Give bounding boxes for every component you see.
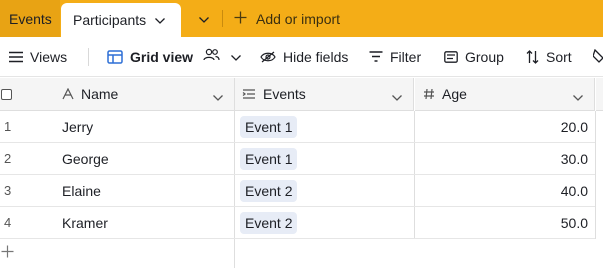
plus-icon xyxy=(234,11,247,27)
cell-age-text: 20.0 xyxy=(560,118,588,135)
linked-record-chip[interactable]: Event 2 xyxy=(240,179,298,202)
grid-view-button[interactable]: Grid view xyxy=(107,37,242,76)
cell-name[interactable]: George xyxy=(48,143,235,174)
hamburger-icon xyxy=(9,51,23,63)
column-header-name[interactable]: Name xyxy=(48,78,235,111)
table-row[interactable]: 1 Jerry Event 1 20.0 xyxy=(0,111,596,143)
views-button[interactable]: Views xyxy=(9,37,67,76)
chevron-down-icon xyxy=(198,11,210,27)
eye-off-icon xyxy=(260,51,276,63)
tab-participants[interactable]: Participants xyxy=(61,3,181,37)
more-tables-button[interactable] xyxy=(189,0,219,37)
records-grid: Name Events Age 1 Jerry Event 1 20.0 2 G… xyxy=(0,78,603,268)
chevron-down-icon[interactable] xyxy=(391,89,403,105)
add-or-import-label: Add or import xyxy=(256,10,341,27)
plus-icon xyxy=(1,245,14,263)
grid-view-label: Grid view xyxy=(130,48,194,65)
hide-fields-button[interactable]: Hide fields xyxy=(260,37,348,76)
paint-icon xyxy=(593,48,603,65)
row-number: 4 xyxy=(4,215,12,230)
table-row[interactable]: 4 Kramer Event 2 50.0 xyxy=(0,207,596,239)
cell-age[interactable]: 30.0 xyxy=(415,143,596,174)
select-all-checkbox[interactable] xyxy=(1,88,12,100)
add-record-row[interactable] xyxy=(0,239,235,268)
tab-events-label: Events xyxy=(9,10,52,27)
cell-age-text: 30.0 xyxy=(560,150,588,167)
column-header-age-label: Age xyxy=(442,86,467,102)
cell-age-text: 50.0 xyxy=(560,214,588,231)
hide-fields-label: Hide fields xyxy=(283,48,349,65)
tab-events[interactable]: Events xyxy=(0,0,60,37)
table-tab-bar: Events Participants Add or import xyxy=(0,0,603,37)
row-number: 2 xyxy=(4,151,12,166)
color-button[interactable] xyxy=(593,37,603,76)
cell-name-text: George xyxy=(62,150,109,167)
group-button[interactable]: Group xyxy=(444,37,504,76)
column-header-events-label: Events xyxy=(263,86,306,102)
column-header-name-label: Name xyxy=(81,86,119,102)
table-row[interactable]: 3 Elaine Event 2 40.0 xyxy=(0,175,596,207)
cell-name[interactable]: Jerry xyxy=(48,111,235,142)
filter-icon xyxy=(369,51,383,62)
empty-grid-area xyxy=(235,239,596,268)
cell-name-text: Kramer xyxy=(62,214,108,231)
column-header-age[interactable]: Age xyxy=(415,78,595,111)
row-number: 1 xyxy=(4,119,12,134)
cell-events[interactable]: Event 1 xyxy=(235,111,415,142)
linked-record-chip[interactable]: Event 1 xyxy=(240,115,298,138)
chevron-down-icon[interactable] xyxy=(572,89,584,105)
toolbar-divider xyxy=(88,48,89,66)
cell-age[interactable]: 50.0 xyxy=(415,207,596,238)
people-icon xyxy=(203,48,220,65)
linked-record-chip[interactable]: Event 2 xyxy=(240,211,298,234)
grid-icon xyxy=(107,49,123,64)
cell-events[interactable]: Event 2 xyxy=(235,207,415,238)
cell-name[interactable]: Elaine xyxy=(48,175,235,206)
chevron-down-icon xyxy=(230,49,242,65)
filter-label: Filter xyxy=(390,48,422,65)
cell-events[interactable]: Event 1 xyxy=(235,143,415,174)
column-header-spacer xyxy=(596,78,603,111)
number-field-icon xyxy=(423,88,435,100)
view-toolbar: Views Grid view Hide fields Filter Group xyxy=(0,37,603,77)
column-header-events[interactable]: Events xyxy=(235,78,414,111)
tab-participants-label: Participants xyxy=(73,12,147,28)
cell-name-text: Elaine xyxy=(62,182,101,199)
cell-name-text: Jerry xyxy=(62,118,94,135)
chevron-down-icon[interactable] xyxy=(154,12,166,28)
cell-age[interactable]: 40.0 xyxy=(415,175,596,206)
sort-icon xyxy=(526,49,539,64)
cell-events[interactable]: Event 2 xyxy=(235,175,415,206)
text-field-icon xyxy=(62,88,74,100)
linked-record-chip[interactable]: Event 1 xyxy=(240,147,298,170)
group-label: Group xyxy=(465,48,504,65)
select-all-header xyxy=(0,78,48,111)
sort-label: Sort xyxy=(546,48,572,65)
sort-button[interactable]: Sort xyxy=(526,37,572,76)
chevron-down-icon[interactable] xyxy=(212,89,224,105)
column-divider xyxy=(595,111,596,239)
views-label: Views xyxy=(30,48,68,65)
tab-divider xyxy=(222,10,223,27)
group-icon xyxy=(444,50,458,63)
cell-age-text: 40.0 xyxy=(560,182,588,199)
add-or-import-button[interactable]: Add or import xyxy=(232,0,340,37)
filter-button[interactable]: Filter xyxy=(369,37,421,76)
link-field-icon xyxy=(242,88,256,100)
cell-age[interactable]: 20.0 xyxy=(415,111,596,142)
row-number: 3 xyxy=(4,183,12,198)
cell-name[interactable]: Kramer xyxy=(48,207,235,238)
table-row[interactable]: 2 George Event 1 30.0 xyxy=(0,143,596,175)
